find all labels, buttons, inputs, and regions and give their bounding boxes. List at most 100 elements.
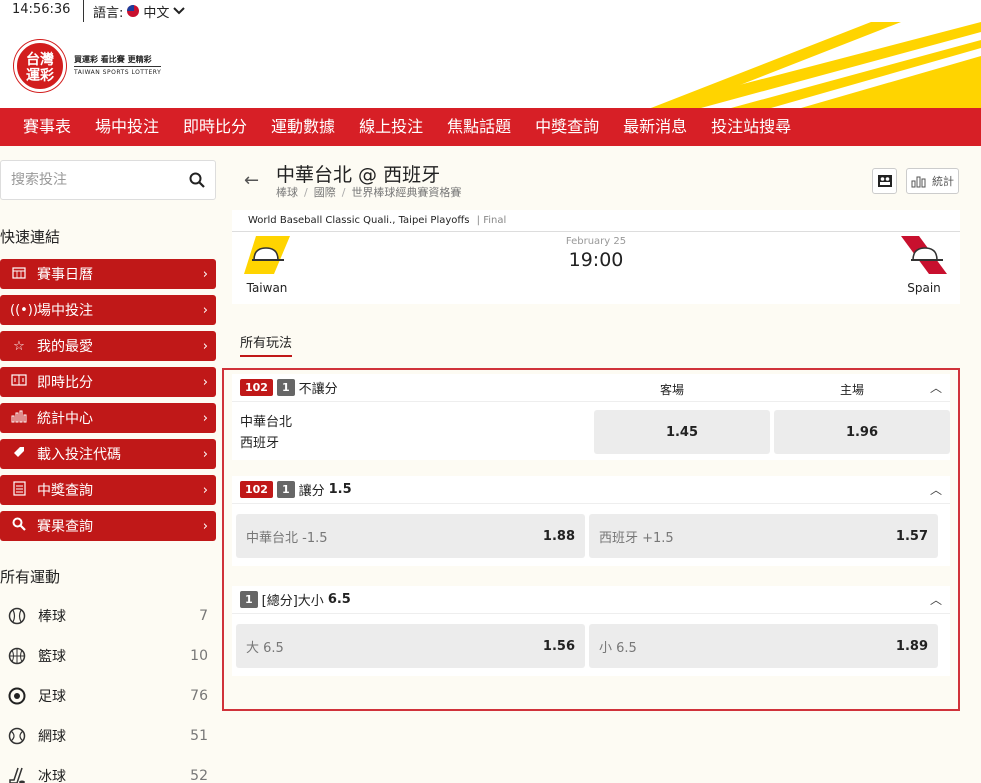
- clipboard-icon: [10, 480, 28, 500]
- market-total: 1 [總分]大小 6.5 ︿ 大 6.5 1.56 小 6.5 1.89: [232, 586, 950, 676]
- column-away: 客場: [659, 383, 684, 397]
- language-value: 中文: [143, 5, 170, 21]
- odds-button-taiwan-handicap[interactable]: 中華台北 -1.5 1.88: [236, 514, 585, 558]
- site-header: 台灣 運彩 買運彩 看比賽 更精彩 TAIWAN SPORTS LOTTERY: [0, 22, 981, 108]
- market-line: 6.5: [327, 592, 351, 607]
- search-icon[interactable]: [189, 172, 205, 188]
- lineup-icon: [877, 175, 892, 187]
- tennis-icon: [7, 726, 27, 746]
- match-time: 19:00: [568, 249, 624, 271]
- tab-all-markets[interactable]: 所有玩法: [240, 332, 293, 357]
- market-moneyline: 102 1 不讓分 客場 主場 ︿ 中華台北 西班牙 1.45 1.96: [232, 374, 950, 460]
- search-box: [0, 160, 216, 200]
- chevron-right-icon: ›: [202, 374, 208, 390]
- nav-item-news[interactable]: 最新消息: [611, 108, 699, 146]
- chevron-down-icon: [173, 7, 186, 15]
- nav-item-live-betting[interactable]: 場中投注: [83, 108, 171, 146]
- breadcrumb-item-region[interactable]: 國際: [314, 186, 336, 199]
- column-home: 主場: [839, 383, 864, 397]
- match-date: February 25: [565, 236, 627, 247]
- market-level-badge: 1: [240, 591, 258, 608]
- away-team-name: Taiwan: [246, 281, 288, 295]
- tournament-name: World Baseball Classic Quali., Taipei Pl…: [248, 215, 470, 226]
- sport-item-soccer[interactable]: 足球 76: [0, 676, 216, 716]
- quick-link-bet-code[interactable]: 載入投注代碼 ›: [0, 439, 216, 469]
- sport-item-baseball[interactable]: 棒球 7: [0, 596, 216, 636]
- nav-item-sports-data[interactable]: 運動數據: [259, 108, 347, 146]
- quick-link-favorites[interactable]: ☆ 我的最愛 ›: [0, 331, 216, 361]
- logo-emblem: 台灣 運彩: [14, 40, 66, 92]
- chevron-right-icon: ›: [202, 482, 208, 498]
- breadcrumb-item-sport[interactable]: 棒球: [276, 186, 298, 199]
- match-status: | Final: [476, 215, 507, 226]
- nav-item-schedule[interactable]: 賽事表: [11, 108, 83, 146]
- odds-button-spain-handicap[interactable]: 西班牙 +1.5 1.57: [589, 514, 938, 558]
- search-input[interactable]: [11, 172, 189, 188]
- scoreboard: Taiwan February 25 19:00 Spain: [232, 232, 960, 304]
- back-arrow-icon[interactable]: ←: [244, 170, 259, 191]
- calendar-icon: [10, 266, 28, 283]
- team-names: 中華台北 西班牙: [240, 415, 293, 451]
- nav-item-online-betting[interactable]: 線上投注: [347, 108, 435, 146]
- chevron-up-icon[interactable]: ︿: [930, 591, 942, 608]
- market-title: 讓分: [298, 484, 325, 499]
- home-team-name: Spain: [907, 281, 941, 295]
- scoreboard-icon: [10, 374, 28, 390]
- odds-button-over[interactable]: 大 6.5 1.56: [236, 624, 585, 668]
- chevron-right-icon: ›: [202, 410, 208, 426]
- nav-item-featured[interactable]: 焦點話題: [435, 108, 523, 146]
- language-label: 語言:: [93, 5, 124, 21]
- quick-link-calendar[interactable]: 賽事日曆 ›: [0, 259, 216, 289]
- clock: 14:56:36: [0, 0, 84, 22]
- chevron-up-icon[interactable]: ︿: [930, 481, 942, 498]
- basketball-icon: [7, 646, 27, 666]
- chevron-right-icon: ›: [202, 518, 208, 534]
- stats-button[interactable]: 統計: [906, 168, 959, 194]
- quick-link-results[interactable]: 賽果查詢 ›: [0, 511, 216, 541]
- nav-item-prize-check[interactable]: 中獎查詢: [523, 108, 611, 146]
- market-title: [總分]大小: [261, 594, 324, 609]
- main-nav: 賽事表 場中投注 即時比分 運動數據 線上投注 焦點話題 中獎查詢 最新消息 投…: [0, 108, 981, 146]
- logo-text: 買運彩 看比賽 更精彩 TAIWAN SPORTS LOTTERY: [74, 54, 162, 79]
- taiwan-flag-icon: [127, 5, 140, 17]
- sport-item-tennis[interactable]: 網球 51: [0, 716, 216, 756]
- match-title: 中華台北 @ 西班牙: [276, 164, 441, 186]
- nav-item-store-search[interactable]: 投注站搜尋: [699, 108, 803, 146]
- market-header[interactable]: 1 [總分]大小 6.5 ︿: [232, 586, 950, 614]
- lineup-button[interactable]: [872, 168, 897, 194]
- market-code-badge: 102: [240, 481, 273, 498]
- site-logo[interactable]: 台灣 運彩 買運彩 看比賽 更精彩 TAIWAN SPORTS LOTTERY: [14, 40, 162, 92]
- market-header[interactable]: 102 1 不讓分 客場 主場 ︿: [232, 374, 950, 402]
- odds-button-home[interactable]: 1.96: [774, 410, 950, 454]
- odds-button-under[interactable]: 小 6.5 1.89: [589, 624, 938, 668]
- language-selector[interactable]: 語言: 中文: [84, 2, 186, 21]
- stats-label: 統計: [932, 175, 954, 188]
- nav-item-live-scores[interactable]: 即時比分: [171, 108, 259, 146]
- all-sports-title: 所有運動: [0, 568, 61, 586]
- chevron-right-icon: ›: [202, 302, 208, 318]
- header-stripes: [651, 22, 981, 108]
- baseball-icon: [7, 606, 27, 626]
- sport-item-hockey[interactable]: 冰球 52: [0, 756, 216, 783]
- spain-jersey-icon: [901, 236, 947, 274]
- markets-panel: 102 1 不讓分 客場 主場 ︿ 中華台北 西班牙 1.45 1.96 102…: [222, 368, 960, 711]
- market-title: 不讓分: [298, 382, 338, 397]
- sports-list: 棒球 7 籃球 10 足球 76 網球 51 冰球 52: [0, 596, 216, 783]
- quick-link-live[interactable]: ((•)) 場中投注 ›: [0, 295, 216, 325]
- chevron-up-icon[interactable]: ︿: [930, 379, 942, 396]
- quick-link-prize-check[interactable]: 中獎查詢 ›: [0, 475, 216, 505]
- quick-link-stats[interactable]: 統計中心 ›: [0, 403, 216, 433]
- hockey-icon: [7, 766, 27, 783]
- market-header[interactable]: 102 1 讓分 1.5 ︿: [232, 476, 950, 504]
- top-bar: 14:56:36 語言: 中文: [0, 0, 981, 22]
- market-level-badge: 1: [276, 481, 295, 498]
- tag-icon: [10, 445, 28, 463]
- market-level-badge: 1: [276, 379, 295, 396]
- odds-button-away[interactable]: 1.45: [594, 410, 770, 454]
- sport-item-basketball[interactable]: 籃球 10: [0, 636, 216, 676]
- breadcrumb-item-league[interactable]: 世界棒球經典賽資格賽: [351, 186, 461, 199]
- search-icon: [10, 517, 28, 535]
- quick-link-live-scores[interactable]: 即時比分 ›: [0, 367, 216, 397]
- live-icon: ((•)): [10, 302, 38, 318]
- market-line: 1.5: [328, 482, 352, 497]
